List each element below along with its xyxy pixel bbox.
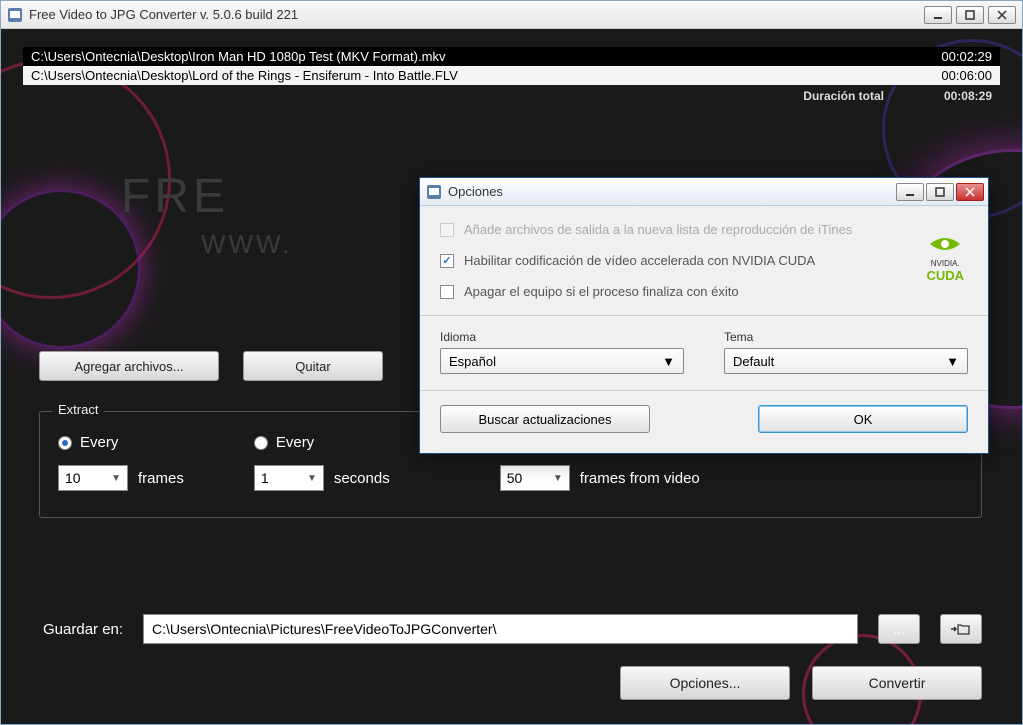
file-list: C:\Users\Ontecnia\Desktop\Iron Man HD 10… xyxy=(23,47,1000,107)
close-button[interactable] xyxy=(988,6,1016,24)
dialog-title: Opciones xyxy=(448,184,896,199)
frames-unit: frames xyxy=(138,470,184,487)
itunes-label: Añade archivos de salida a la nueva list… xyxy=(464,222,852,237)
minimize-button[interactable] xyxy=(924,6,952,24)
file-duration: 00:06:00 xyxy=(941,68,992,83)
shutdown-label: Apagar el equipo si el proceso finaliza … xyxy=(464,284,739,299)
options-button[interactable]: Opciones... xyxy=(620,666,790,700)
maximize-button[interactable] xyxy=(956,6,984,24)
language-combo[interactable]: Español▼ xyxy=(440,348,684,374)
total-frames-combo[interactable]: 50▼ xyxy=(500,465,570,491)
main-titlebar[interactable]: Free Video to JPG Converter v. 5.0.6 bui… xyxy=(1,1,1022,29)
every-seconds-radio[interactable] xyxy=(254,436,268,450)
add-files-button[interactable]: Agregar archivos... xyxy=(39,351,219,381)
ok-button[interactable]: OK xyxy=(758,405,968,433)
dialog-minimize-button[interactable] xyxy=(896,183,924,201)
language-label: Idioma xyxy=(440,330,684,344)
every-seconds-label: Every xyxy=(276,434,314,451)
theme-label: Tema xyxy=(724,330,968,344)
dialog-maximize-button[interactable] xyxy=(926,183,954,201)
every-frames-label: Every xyxy=(80,434,118,451)
file-row[interactable]: C:\Users\Ontecnia\Desktop\Iron Man HD 10… xyxy=(23,47,1000,66)
theme-combo[interactable]: Default▼ xyxy=(724,348,968,374)
extract-legend: Extract xyxy=(52,402,104,417)
cuda-checkbox[interactable] xyxy=(440,254,454,268)
browse-button[interactable]: ... xyxy=(878,614,920,644)
dialog-close-button[interactable] xyxy=(956,183,984,201)
check-updates-button[interactable]: Buscar actualizaciones xyxy=(440,405,650,433)
seconds-unit: seconds xyxy=(334,470,390,487)
remove-button[interactable]: Quitar xyxy=(243,351,383,381)
frames-combo[interactable]: 10▼ xyxy=(58,465,128,491)
seconds-combo[interactable]: 1▼ xyxy=(254,465,324,491)
window-title: Free Video to JPG Converter v. 5.0.6 bui… xyxy=(29,7,924,22)
bg-watermark-sub: WWW. xyxy=(201,229,292,260)
dialog-icon xyxy=(426,184,442,200)
cuda-label: Habilitar codificación de vídeo accelera… xyxy=(464,253,815,268)
save-path-input[interactable]: C:\Users\Ontecnia\Pictures\FreeVideoToJP… xyxy=(143,614,858,644)
bg-watermark: FRE xyxy=(121,169,229,224)
itunes-checkbox xyxy=(440,223,454,237)
main-window: Free Video to JPG Converter v. 5.0.6 bui… xyxy=(0,0,1023,725)
dialog-titlebar[interactable]: Opciones xyxy=(420,178,988,206)
file-path: C:\Users\Ontecnia\Desktop\Lord of the Ri… xyxy=(31,68,458,83)
options-dialog: Opciones Añade archivos de salida a la n… xyxy=(419,177,989,454)
app-icon xyxy=(7,7,23,23)
cuda-logo: NVIDIA. CUDA xyxy=(926,234,964,283)
shutdown-checkbox[interactable] xyxy=(440,285,454,299)
total-duration-row: Duración total 00:08:29 xyxy=(23,85,1000,107)
total-frames-unit: frames from video xyxy=(580,470,700,487)
file-duration: 00:02:29 xyxy=(941,49,992,64)
file-path: C:\Users\Ontecnia\Desktop\Iron Man HD 10… xyxy=(31,49,445,64)
total-value: 00:08:29 xyxy=(944,89,992,103)
every-frames-radio[interactable] xyxy=(58,436,72,450)
file-row[interactable]: C:\Users\Ontecnia\Desktop\Lord of the Ri… xyxy=(23,66,1000,85)
convert-button[interactable]: Convertir xyxy=(812,666,982,700)
open-folder-button[interactable] xyxy=(940,614,982,644)
save-label: Guardar en: xyxy=(43,621,123,638)
total-label: Duración total xyxy=(803,89,884,103)
